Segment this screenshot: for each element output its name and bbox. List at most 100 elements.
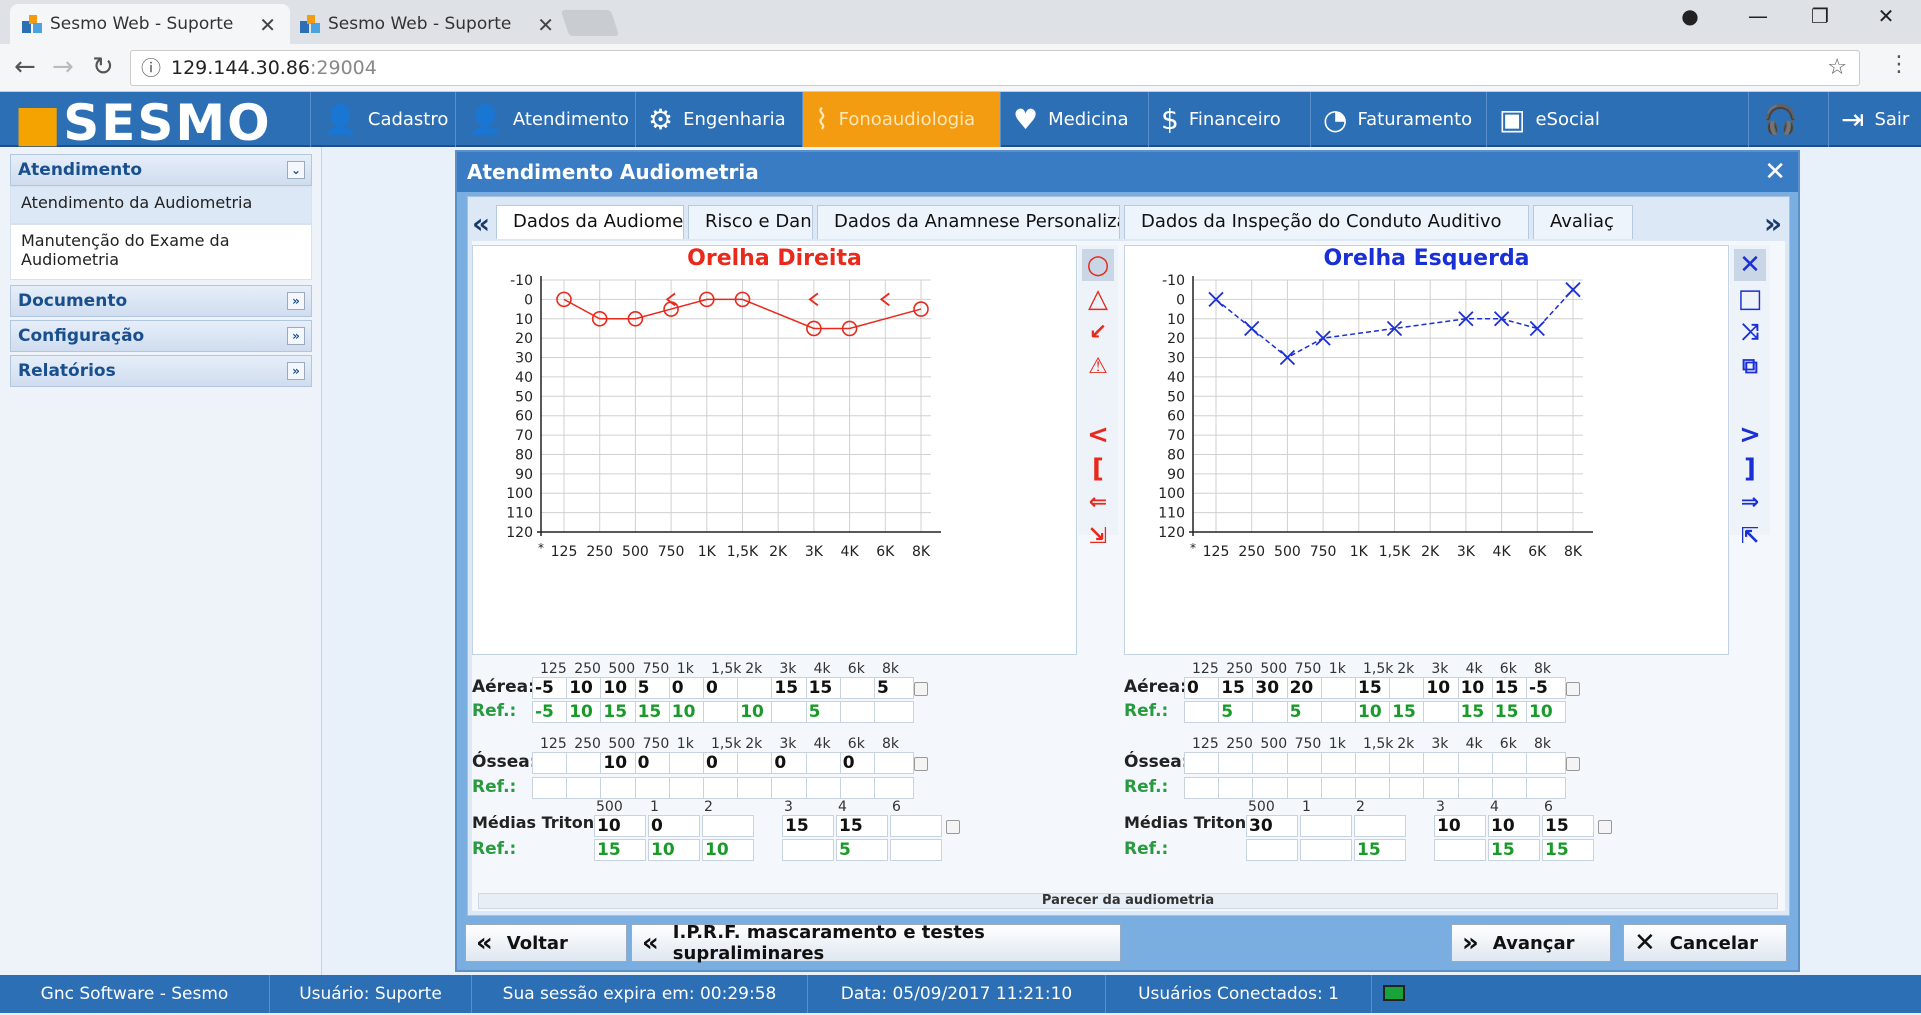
- reload-icon[interactable]: ↻: [92, 52, 114, 82]
- tri-ref-input[interactable]: 15: [594, 839, 646, 861]
- square-marker-icon[interactable]: □: [1734, 283, 1766, 315]
- tri-ref-input[interactable]: [1246, 839, 1298, 861]
- minimize-icon[interactable]: —: [1738, 4, 1778, 28]
- ossea-threshold-input[interactable]: [874, 752, 914, 774]
- tri-ref-input[interactable]: [1434, 839, 1486, 861]
- restore-icon[interactable]: ❐: [1800, 4, 1840, 28]
- tri-checkbox[interactable]: [946, 820, 960, 834]
- tab-avaliacao[interactable]: Avaliaç: [1533, 205, 1633, 239]
- forward-arrow-icon[interactable]: →: [52, 52, 74, 82]
- tab-risco-dano[interactable]: Risco e Dano: [688, 205, 813, 239]
- circle-noresponse-icon[interactable]: ↙: [1082, 317, 1114, 349]
- sidebar-section-configuracao[interactable]: Configuração »: [10, 320, 312, 352]
- tri-ref-input[interactable]: [1300, 839, 1352, 861]
- chevron-right-icon[interactable]: »: [287, 362, 305, 380]
- url-input[interactable]: ⓘ 129.144.30.86:29004 ☆: [130, 50, 1860, 86]
- menu-medicina[interactable]: ♥ Medicina: [1000, 92, 1148, 147]
- triangle-noresponse-icon[interactable]: ⚠: [1082, 351, 1114, 383]
- bracket-close-icon[interactable]: ]: [1734, 453, 1766, 485]
- bracket-open-icon[interactable]: [: [1082, 453, 1114, 485]
- menu-atendimento[interactable]: 👤 Atendimento: [455, 92, 635, 147]
- menu-faturamento[interactable]: ◔ Faturamento: [1310, 92, 1486, 147]
- menu-cadastro[interactable]: 👤 Cadastro: [310, 92, 455, 147]
- info-icon[interactable]: ⓘ: [141, 51, 161, 85]
- new-tab-button[interactable]: [560, 10, 620, 36]
- tri-input[interactable]: [890, 815, 942, 837]
- ossea-threshold-input[interactable]: [1526, 752, 1566, 774]
- ossea-ref-input[interactable]: [1526, 777, 1566, 799]
- ossea-checkbox[interactable]: [1566, 757, 1581, 771]
- tri-input[interactable]: 10: [1488, 815, 1540, 837]
- iprf-button[interactable]: « I.P.R.F. mascaramento e testes supralim…: [631, 922, 1121, 964]
- tri-ref-input[interactable]: 15: [1488, 839, 1540, 861]
- aerea-threshold-input[interactable]: 5: [874, 677, 914, 699]
- tri-input[interactable]: 10: [594, 815, 646, 837]
- left-ear-audiogram[interactable]: -10 0 10 20 30 40 50 60 70 80 90 100 110 120 125 250 500…: [1125, 246, 1728, 654]
- aerea-ref-input[interactable]: [874, 701, 914, 723]
- chevron-down-icon[interactable]: ⌄: [287, 161, 305, 179]
- tri-ref-input[interactable]: 5: [836, 839, 888, 861]
- tri-input[interactable]: 0: [648, 815, 700, 837]
- tab-scroll-left-icon[interactable]: «: [472, 207, 490, 240]
- bone-noresponse-icon[interactable]: ⇐: [1082, 487, 1114, 519]
- tri-input[interactable]: 15: [1542, 815, 1594, 837]
- menu-engenharia[interactable]: ⚙ Engenharia: [635, 92, 802, 147]
- close-tab-icon[interactable]: ✕: [537, 13, 554, 37]
- right-ear-audiogram[interactable]: -10 0 10 20 30 40 50 60 70 80 90 100 110 120 125 250 500…: [473, 246, 1076, 654]
- bone-noresponse-left-icon[interactable]: ⇒: [1734, 487, 1766, 519]
- sidebar-section-documento[interactable]: Documento »: [10, 285, 312, 317]
- x-noresponse-icon[interactable]: ⤨: [1734, 317, 1766, 349]
- close-dialog-icon[interactable]: ✕: [1764, 152, 1786, 192]
- aerea-checkbox[interactable]: [914, 682, 929, 696]
- sesmo-logo[interactable]: ■SESMO: [14, 94, 272, 152]
- x-marker-icon[interactable]: ✕: [1734, 249, 1766, 281]
- tri-input[interactable]: [1300, 815, 1352, 837]
- tri-input[interactable]: [1354, 815, 1406, 837]
- circle-marker-icon[interactable]: ○: [1082, 249, 1114, 281]
- triangle-marker-icon[interactable]: △: [1082, 283, 1114, 315]
- close-window-icon[interactable]: ✕: [1866, 4, 1906, 28]
- cancelar-button[interactable]: ✕ Cancelar: [1623, 924, 1787, 962]
- parecer-audiometria-bar[interactable]: Parecer da audiometria: [478, 893, 1778, 909]
- tri-ref-input[interactable]: [890, 839, 942, 861]
- aerea-checkbox[interactable]: [1566, 682, 1581, 696]
- sidebar-item-atendimento-audiometria[interactable]: Atendimento da Audiometria: [10, 186, 312, 224]
- sidebar-section-relatorios[interactable]: Relatórios »: [10, 355, 312, 387]
- chevron-right-icon[interactable]: »: [287, 327, 305, 345]
- tri-input[interactable]: 15: [782, 815, 834, 837]
- tri-ref-input[interactable]: 15: [1542, 839, 1594, 861]
- tri-ref-input[interactable]: 15: [1354, 839, 1406, 861]
- bracket-noresponse-icon[interactable]: ⇲: [1082, 521, 1114, 553]
- bone-greater-than-icon[interactable]: >: [1734, 419, 1766, 451]
- bracket-noresponse-left-icon[interactable]: ⇱: [1734, 521, 1766, 553]
- close-tab-icon[interactable]: ✕: [259, 13, 276, 37]
- tab-dados-audiometria[interactable]: Dados da Audiometria: [496, 205, 684, 239]
- tri-checkbox[interactable]: [1598, 820, 1612, 834]
- avancar-button[interactable]: » Avançar: [1451, 924, 1611, 962]
- tri-input[interactable]: [702, 815, 754, 837]
- tri-ref-input[interactable]: 10: [702, 839, 754, 861]
- browser-tab-1[interactable]: Sesmo Web - Suporte ✕: [10, 4, 290, 44]
- tab-anamnese[interactable]: Dados da Anamnese Personalizada: [817, 205, 1120, 239]
- aerea-threshold-input[interactable]: -5: [1526, 677, 1566, 699]
- tri-input[interactable]: 10: [1434, 815, 1486, 837]
- back-arrow-icon[interactable]: ←: [14, 52, 36, 82]
- tri-input[interactable]: 30: [1246, 815, 1298, 837]
- sidebar-section-atendimento[interactable]: Atendimento ⌄: [10, 154, 312, 186]
- ossea-checkbox[interactable]: [914, 757, 929, 771]
- menu-financeiro[interactable]: $ Financeiro: [1148, 92, 1310, 147]
- bone-less-than-icon[interactable]: <: [1082, 419, 1114, 451]
- menu-fonoaudiologia[interactable]: ⌇ Fonoaudiologia: [802, 92, 1000, 147]
- chevron-right-icon[interactable]: »: [287, 292, 305, 310]
- ossea-ref-input[interactable]: [874, 777, 914, 799]
- browser-tab-2[interactable]: Sesmo Web - Suporte ✕: [288, 4, 568, 44]
- sidebar-item-manutencao-exame[interactable]: Manutenção do Exame da Audiometria: [10, 224, 312, 280]
- tri-ref-input[interactable]: 10: [648, 839, 700, 861]
- menu-sair[interactable]: ⇥ Sair: [1828, 92, 1921, 147]
- voltar-button[interactable]: « Voltar: [465, 924, 627, 962]
- profile-icon[interactable]: ●: [1670, 4, 1710, 28]
- browser-menu-icon[interactable]: ⋮: [1888, 52, 1910, 77]
- tri-input[interactable]: 15: [836, 815, 888, 837]
- bookmark-star-icon[interactable]: ☆: [1827, 51, 1847, 85]
- tri-ref-input[interactable]: [782, 839, 834, 861]
